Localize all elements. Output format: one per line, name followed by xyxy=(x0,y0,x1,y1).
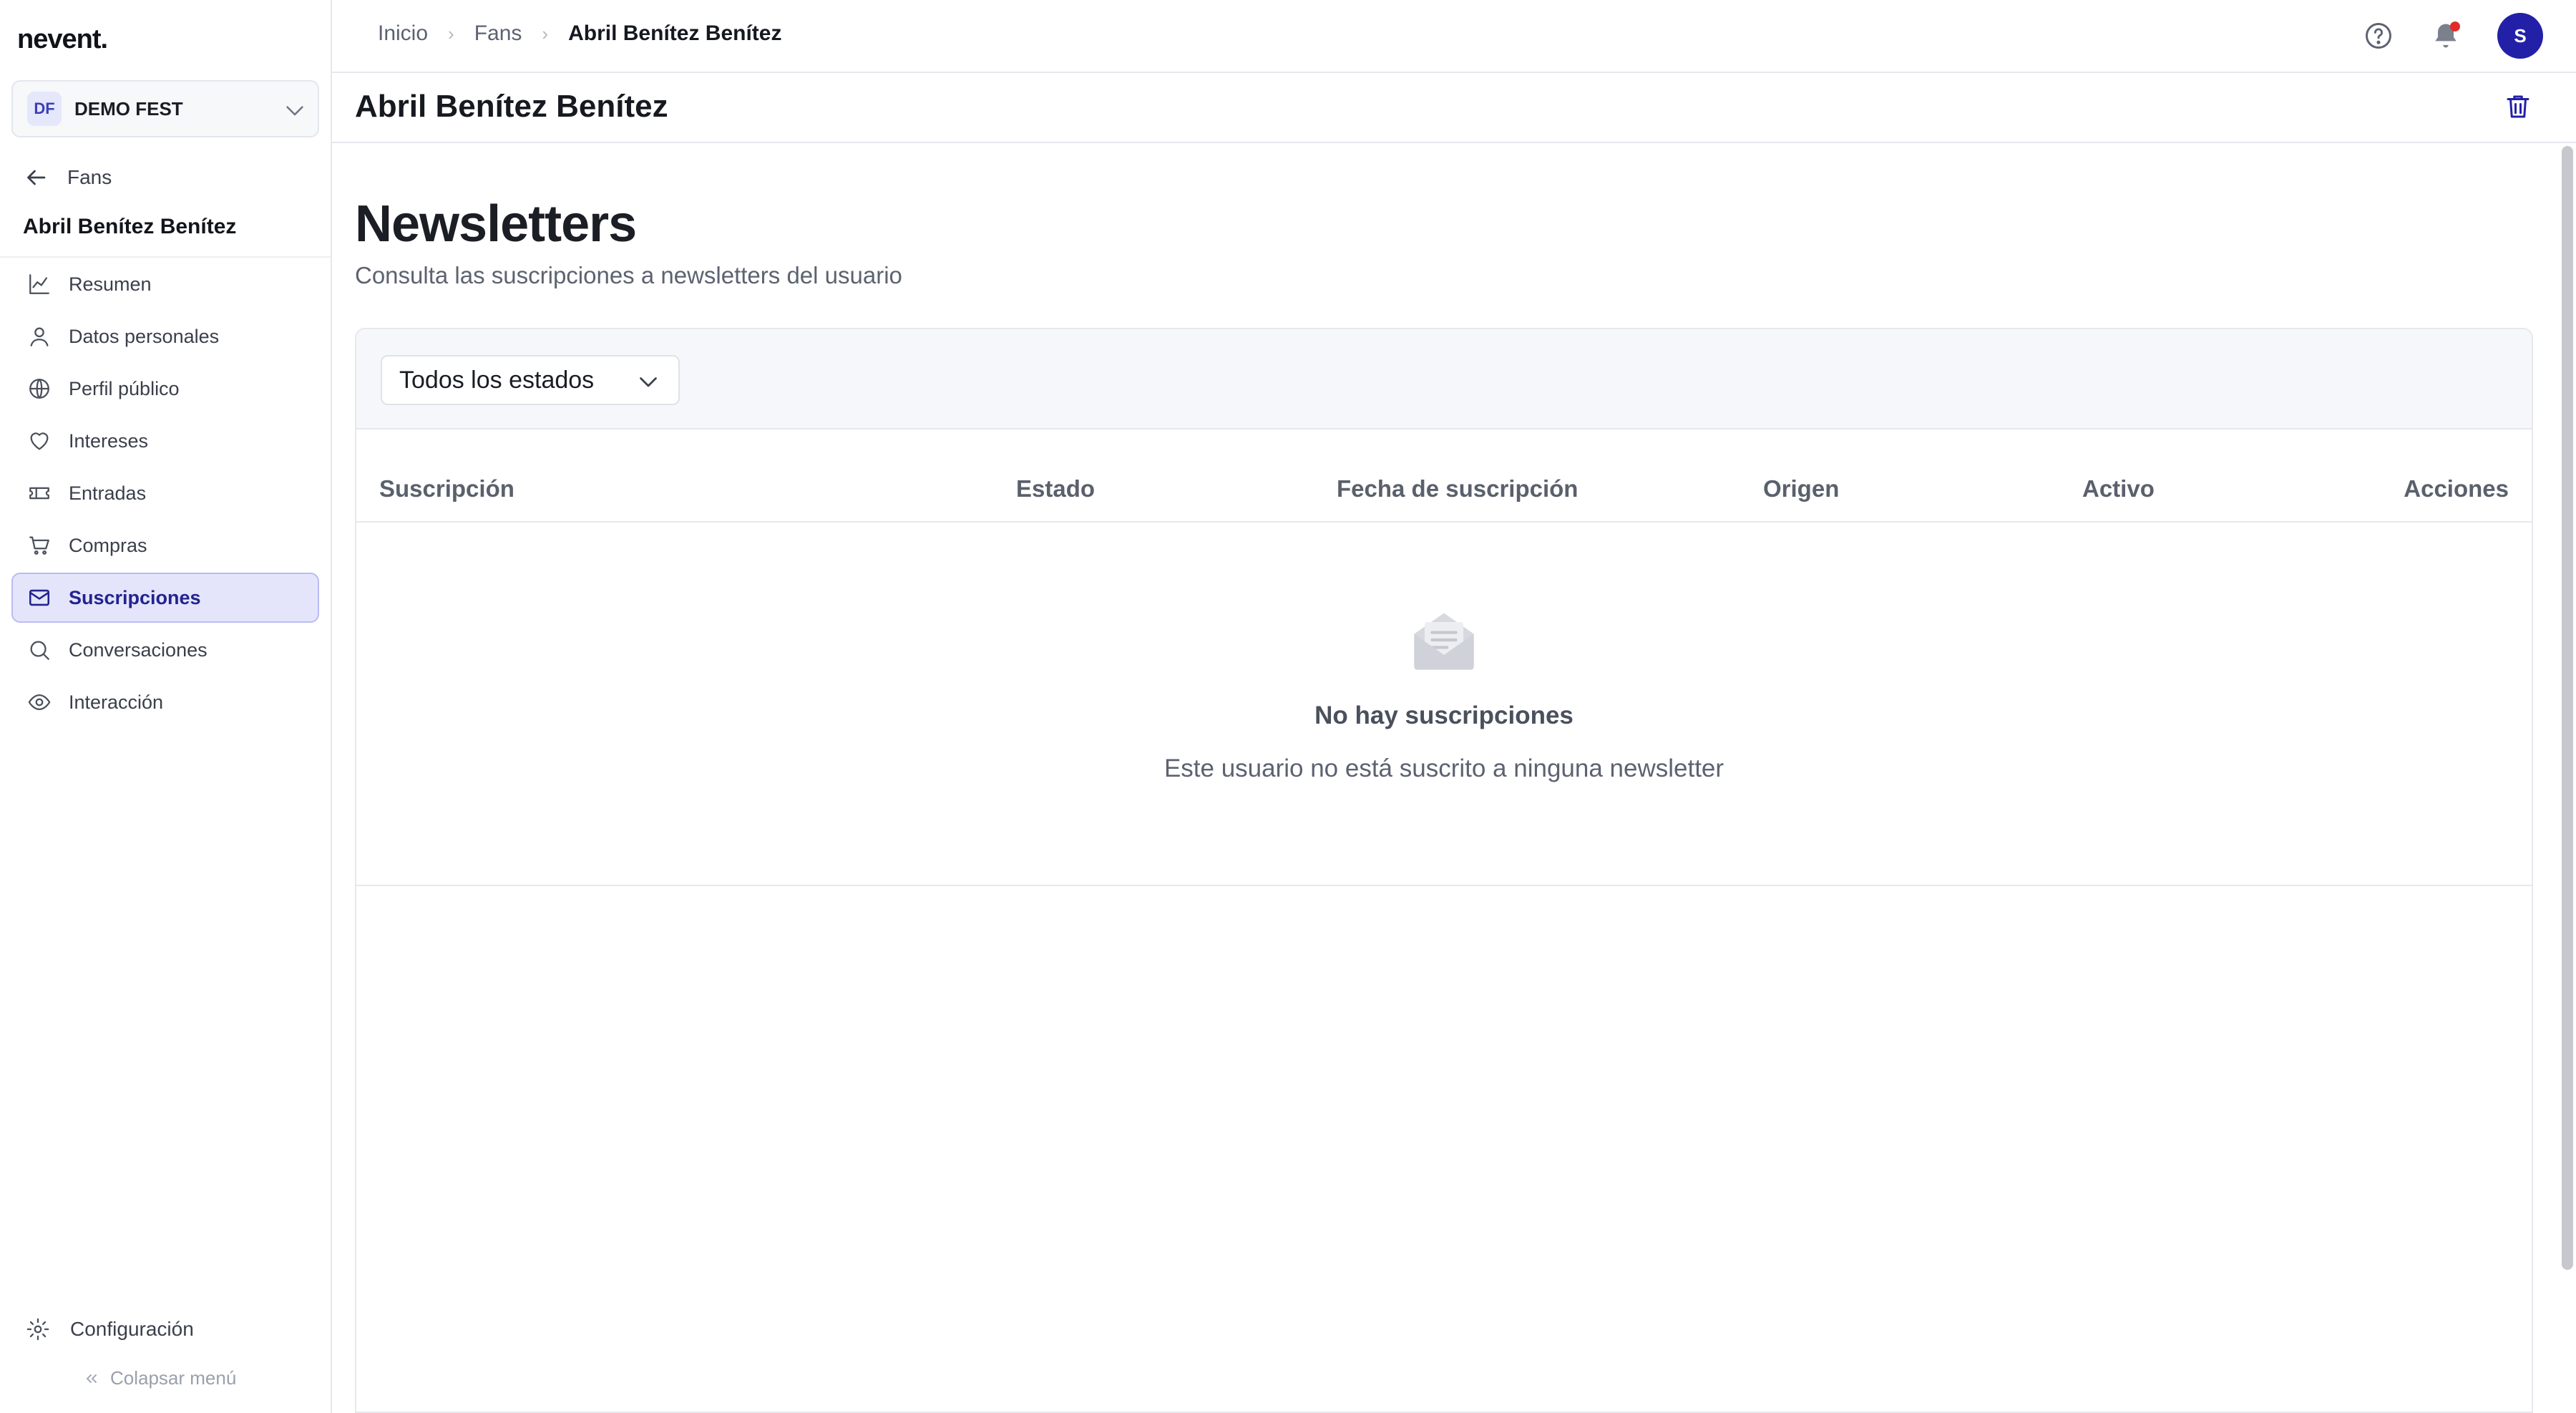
breadcrumb-separator: › xyxy=(542,22,549,44)
sidebar-item-datos-personales[interactable]: Datos personales xyxy=(11,311,319,361)
breadcrumb-separator: › xyxy=(448,22,454,44)
column-header-activo: Activo xyxy=(2082,475,2155,502)
sidebar-item-label: Intereses xyxy=(69,429,149,452)
cart-icon xyxy=(29,536,49,555)
chevron-down-icon xyxy=(640,377,657,387)
sidebar-item-compras[interactable]: Compras xyxy=(11,520,319,570)
heart-icon xyxy=(30,432,49,450)
profile-nav: Resumen Datos personales Perfil público … xyxy=(11,259,319,729)
arrow-left-icon xyxy=(27,170,46,185)
settings-label: Configuración xyxy=(70,1318,194,1340)
sidebar-item-intereses[interactable]: Intereses xyxy=(11,416,319,466)
eye-icon xyxy=(28,694,51,711)
sidebar-item-label: Conversaciones xyxy=(69,638,208,661)
mail-icon xyxy=(29,589,50,606)
column-header-origen: Origen xyxy=(1763,475,1840,502)
sidebar-item-resumen[interactable]: Resumen xyxy=(11,259,319,309)
breadcrumb: Inicio › Fans › Abril Benítez Benítez xyxy=(378,21,781,46)
section-subtitle: Consulta las suscripciones a newsletters… xyxy=(355,262,902,288)
sidebar-item-suscripciones[interactable]: Suscripciones xyxy=(11,573,319,623)
scrollbar-thumb[interactable] xyxy=(2562,146,2573,1270)
section-title: Newsletters xyxy=(355,195,637,253)
sidebar-item-label: Interacción xyxy=(69,691,164,713)
globe-icon xyxy=(29,379,49,399)
help-icon[interactable] xyxy=(2363,20,2394,52)
subscriptions-panel: Todos los estados Suscripción Estado Fec… xyxy=(355,328,2533,1413)
topbar: Inicio › Fans › Abril Benítez Benítez S xyxy=(332,0,2576,73)
state-filter-select[interactable]: Todos los estados xyxy=(381,355,680,405)
org-name: DEMO FEST xyxy=(74,97,183,120)
trash-icon[interactable] xyxy=(2503,92,2533,122)
table-header: Suscripción Estado Fecha de suscripción … xyxy=(356,450,2532,523)
settings-link[interactable]: Configuración xyxy=(26,1317,194,1341)
empty-state-title: No hay suscripciones xyxy=(1314,701,1574,729)
user-avatar[interactable]: S xyxy=(2497,13,2543,59)
empty-state: No hay suscripciones Este usuario no est… xyxy=(356,523,2532,886)
chart-line-icon xyxy=(29,274,49,294)
back-link-label: Fans xyxy=(67,166,112,188)
topbar-actions: S xyxy=(2363,13,2543,59)
column-header-estado: Estado xyxy=(1016,475,1096,502)
sidebar-item-interaccion[interactable]: Interacción xyxy=(11,677,319,727)
empty-state-description: Este usuario no está suscrito a ninguna … xyxy=(1163,754,1724,782)
chat-icon xyxy=(30,641,49,660)
ticket-icon xyxy=(29,487,49,500)
profile-name: Abril Benítez Benítez xyxy=(23,215,237,238)
chevron-down-icon xyxy=(286,106,303,116)
back-to-fans-link[interactable]: Fans xyxy=(23,163,112,192)
page-title: Abril Benítez Benítez xyxy=(355,89,668,124)
sidebar-item-label: Entradas xyxy=(69,482,147,504)
notifications-button[interactable] xyxy=(2430,20,2462,52)
user-icon xyxy=(30,327,49,346)
sidebar-item-label: Perfil público xyxy=(69,377,180,399)
sidebar-item-label: Compras xyxy=(69,534,147,556)
state-filter-value: Todos los estados xyxy=(399,366,595,394)
sidebar-item-label: Resumen xyxy=(69,273,152,295)
organization-select[interactable]: DF DEMO FEST xyxy=(11,80,319,137)
breadcrumb-inicio[interactable]: Inicio xyxy=(378,21,428,46)
breadcrumb-current: Abril Benítez Benítez xyxy=(568,21,782,45)
column-header-fecha: Fecha de suscripción xyxy=(1337,475,1579,502)
column-header-suscripcion: Suscripción xyxy=(379,475,514,502)
sidebar-item-label: Datos personales xyxy=(69,325,220,347)
sidebar-item-perfil-publico[interactable]: Perfil público xyxy=(11,364,319,414)
app-logo[interactable]: nevent. xyxy=(17,24,108,55)
collapse-menu-label: Colapsar menú xyxy=(110,1367,237,1389)
sidebar-divider xyxy=(0,256,331,258)
sidebar-item-label: Suscripciones xyxy=(69,586,201,608)
gear-icon xyxy=(26,1318,49,1341)
filter-bar: Todos los estados xyxy=(356,329,2532,429)
breadcrumb-fans[interactable]: Fans xyxy=(474,21,522,46)
sidebar-item-entradas[interactable]: Entradas xyxy=(11,468,319,518)
sidebar: nevent. DF DEMO FEST Fans Abril Benítez … xyxy=(0,0,332,1413)
chevrons-left-icon xyxy=(87,1374,97,1383)
page-header: Abril Benítez Benítez xyxy=(332,73,2576,143)
envelope-open-icon xyxy=(1414,613,1474,670)
notification-dot xyxy=(2450,21,2460,31)
collapse-menu-button[interactable]: Colapsar menú xyxy=(83,1367,236,1389)
sidebar-item-conversaciones[interactable]: Conversaciones xyxy=(11,625,319,675)
org-badge: DF xyxy=(27,92,62,126)
column-header-acciones: Acciones xyxy=(2404,475,2509,502)
